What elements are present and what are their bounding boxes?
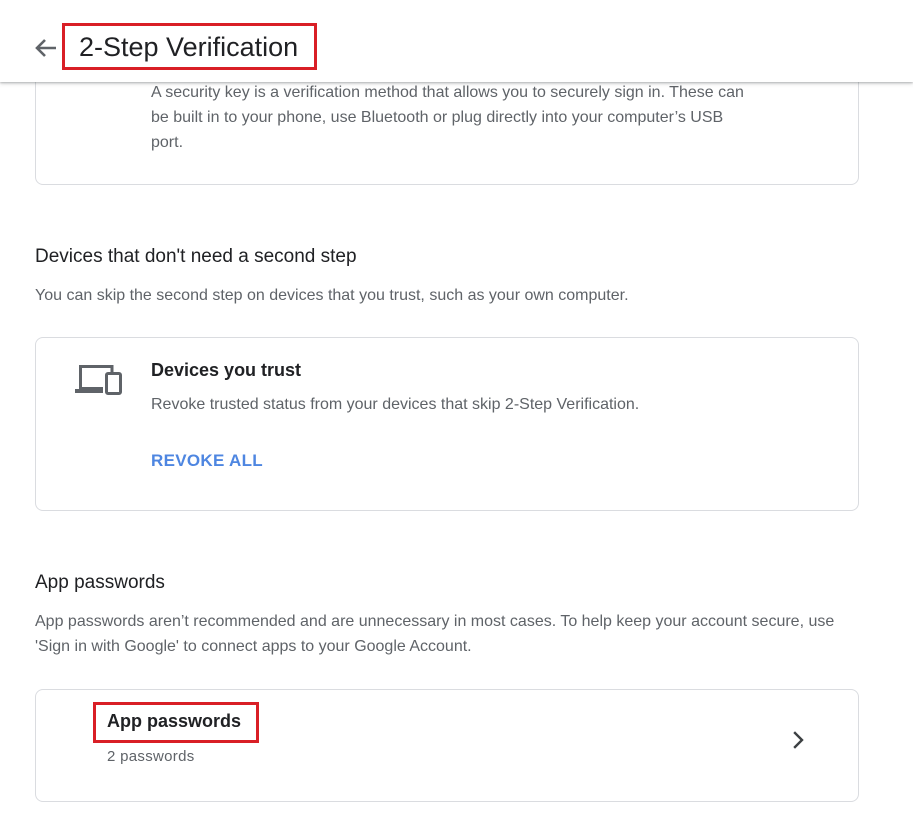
devices-icon	[75, 364, 123, 398]
app-passwords-count: 2 passwords	[107, 748, 195, 765]
security-key-description: A security key is a verification method …	[151, 84, 744, 151]
app-passwords-card-title: App passwords	[107, 711, 242, 731]
devices-section-title: Devices that don't need a second step	[35, 246, 357, 267]
chevron-right-icon[interactable]	[788, 729, 810, 751]
devices-section-description: You can skip the second step on devices …	[35, 287, 629, 304]
top-app-bar: 2-Step Verification	[0, 0, 913, 82]
app-passwords-section-description: App passwords aren’t recommended and are…	[35, 613, 835, 655]
page: A security key is a verification method …	[0, 0, 913, 840]
devices-you-trust-description: Revoke trusted status from your devices …	[151, 396, 640, 413]
page-title: 2-Step Verification	[79, 32, 299, 62]
arrow-left-icon[interactable]	[30, 32, 62, 64]
app-passwords-section-title: App passwords	[35, 572, 165, 593]
revoke-all-button[interactable]: REVOKE ALL	[151, 449, 263, 473]
devices-you-trust-title: Devices you trust	[151, 360, 302, 380]
